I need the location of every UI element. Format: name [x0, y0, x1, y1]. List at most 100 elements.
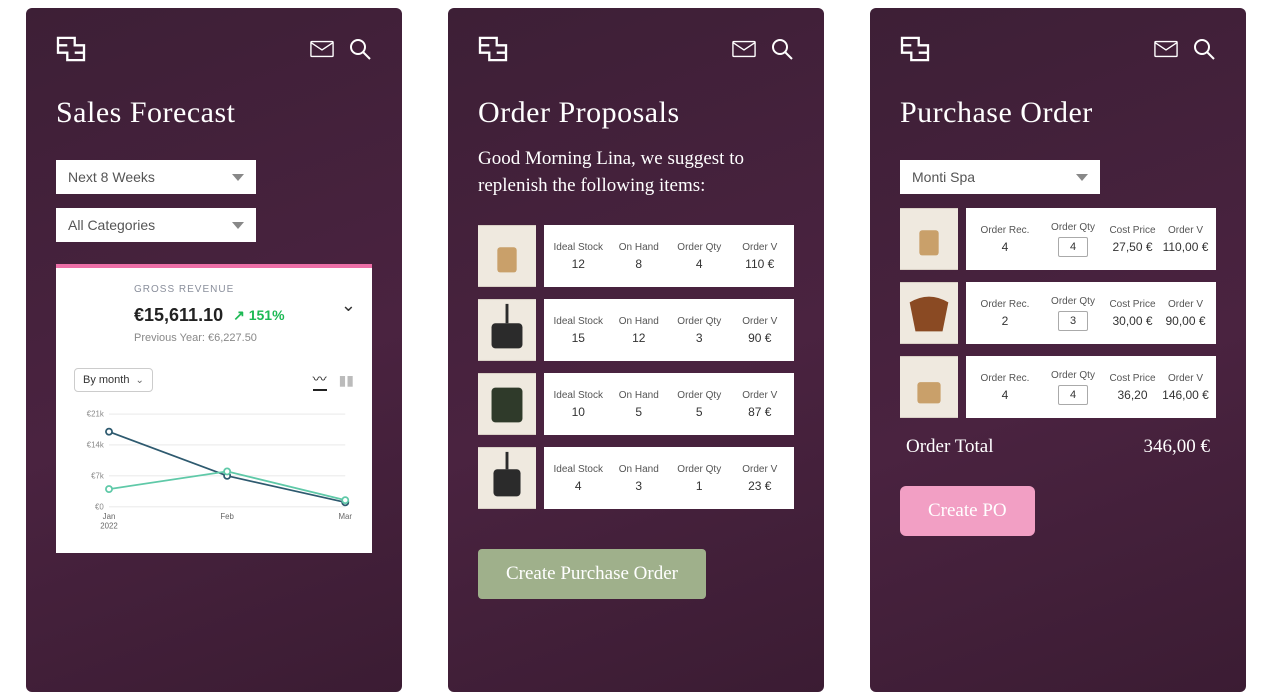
proposal-row[interactable]: Ideal Stock12 On Hand8 Order Qty4 Order …: [478, 225, 794, 287]
po-row[interactable]: Order Rec.4 Order Qty4 Cost Price27,50 €…: [900, 208, 1216, 270]
proposal-data: Ideal Stock12 On Hand8 Order Qty4 Order …: [544, 225, 794, 287]
line-chart-icon[interactable]: 〰: [313, 369, 327, 391]
chart-period-select[interactable]: By month ⌄: [74, 368, 153, 392]
chart-metric-label: GROSS REVENUE: [134, 284, 354, 295]
col-order-value: Order V: [730, 390, 791, 401]
po-data: Order Rec.4 Order Qty4 Cost Price27,50 €…: [966, 208, 1216, 270]
revenue-chart-card: GROSS REVENUE ⌄ €15,611.10 151% Previous…: [56, 264, 372, 553]
proposal-data: Ideal Stock15 On Hand12 Order Qty3 Order…: [544, 299, 794, 361]
col-order-rec: Order Rec.: [970, 225, 1040, 236]
period-dropdown[interactable]: Next 8 Weeks: [56, 160, 256, 194]
col-on-hand: On Hand: [609, 316, 670, 327]
col-order-qty: Order Qty: [669, 242, 730, 253]
ideal-stock-value: 4: [548, 479, 609, 493]
svg-text:Feb: Feb: [220, 512, 234, 521]
order-value: 110,00 €: [1159, 240, 1212, 254]
order-value: 90,00 €: [1159, 314, 1212, 328]
ideal-stock-value: 10: [548, 405, 609, 419]
svg-text:Mar: Mar: [338, 512, 352, 521]
cost-price-value: 27,50 €: [1106, 240, 1159, 254]
col-order-qty: Order Qty: [669, 316, 730, 327]
svg-text:€0: €0: [95, 502, 104, 511]
col-order-qty: Order Qty: [669, 464, 730, 475]
order-rec-value: 4: [970, 240, 1040, 254]
on-hand-value: 12: [609, 331, 670, 345]
svg-text:€14k: €14k: [87, 441, 104, 450]
period-dropdown-value: Next 8 Weeks: [68, 169, 155, 185]
po-row[interactable]: Order Rec.4 Order Qty4 Cost Price36,20 O…: [900, 356, 1216, 418]
search-icon[interactable]: [1192, 37, 1216, 61]
revenue-value: €15,611.10: [134, 305, 223, 326]
col-order-value: Order V: [1159, 299, 1212, 310]
order-value: 90 €: [730, 331, 791, 345]
greeting-subtitle: Good Morning Lina, we suggest to repleni…: [478, 146, 794, 199]
col-ideal-stock: Ideal Stock: [548, 464, 609, 475]
col-order-qty: Order Qty: [1040, 370, 1106, 381]
product-thumbnail: [478, 299, 536, 361]
product-thumbnail: [900, 282, 958, 344]
proposal-data: Ideal Stock4 On Hand3 Order Qty1 Order V…: [544, 447, 794, 509]
order-total-value: 346,00 €: [1144, 436, 1211, 458]
search-icon[interactable]: [348, 37, 372, 61]
col-order-value: Order V: [1159, 373, 1212, 384]
order-qty-value: 3: [669, 331, 730, 345]
purchase-order-panel: Purchase Order Monti Spa Order Rec. 4 Ord…: [870, 8, 1246, 692]
svg-text:€7k: €7k: [91, 471, 104, 480]
col-order-rec: Order Rec.: [970, 299, 1040, 310]
proposal-row[interactable]: Ideal Stock10 On Hand5 Order Qty5 Order …: [478, 373, 794, 435]
product-thumbnail: [478, 373, 536, 435]
col-order-value: Order V: [730, 242, 791, 253]
mail-icon[interactable]: [1154, 37, 1178, 61]
order-qty-input[interactable]: 4: [1058, 385, 1088, 405]
app-header: [56, 36, 372, 62]
ideal-stock-value: 15: [548, 331, 609, 345]
order-total-row: Order Total 346,00 €: [900, 436, 1216, 458]
order-qty-input[interactable]: 3: [1058, 311, 1088, 331]
revenue-line-chart: €0€7k€14k€21kJanFebMar2022: [74, 400, 354, 540]
chevron-down-icon: [1076, 174, 1088, 181]
col-order-value: Order V: [1159, 225, 1212, 236]
col-ideal-stock: Ideal Stock: [548, 242, 609, 253]
col-order-rec: Order Rec.: [970, 373, 1040, 384]
supplier-dropdown-value: Monti Spa: [912, 169, 975, 185]
page-title: Order Proposals: [478, 96, 794, 130]
po-row[interactable]: Order Rec.2 Order Qty3 Cost Price30,00 €…: [900, 282, 1216, 344]
order-total-label: Order Total: [906, 436, 994, 458]
order-qty-value: 1: [669, 479, 730, 493]
mail-icon[interactable]: [732, 37, 756, 61]
app-logo-icon: [900, 36, 930, 62]
order-qty-input[interactable]: 4: [1058, 237, 1088, 257]
bar-chart-icon[interactable]: ▮▮: [339, 372, 354, 389]
col-order-qty: Order Qty: [669, 390, 730, 401]
proposal-row[interactable]: Ideal Stock15 On Hand12 Order Qty3 Order…: [478, 299, 794, 361]
product-thumbnail: [478, 225, 536, 287]
app-logo-icon: [478, 36, 508, 62]
create-purchase-order-button[interactable]: Create Purchase Order: [478, 549, 706, 599]
proposal-row[interactable]: Ideal Stock4 On Hand3 Order Qty1 Order V…: [478, 447, 794, 509]
previous-year-label: Previous Year: €6,227.50: [134, 332, 354, 344]
search-icon[interactable]: [770, 37, 794, 61]
page-title: Sales Forecast: [56, 96, 372, 130]
col-cost-price: Cost Price: [1106, 299, 1159, 310]
order-value: 146,00 €: [1159, 388, 1212, 402]
col-ideal-stock: Ideal Stock: [548, 390, 609, 401]
supplier-dropdown[interactable]: Monti Spa: [900, 160, 1100, 194]
order-qty-value: 5: [669, 405, 730, 419]
create-po-button[interactable]: Create PO: [900, 486, 1035, 536]
po-data: Order Rec.4 Order Qty4 Cost Price36,20 O…: [966, 356, 1216, 418]
sales-forecast-panel: Sales Forecast Next 8 Weeks All Categori…: [26, 8, 402, 692]
col-on-hand: On Hand: [609, 242, 670, 253]
mail-icon[interactable]: [310, 37, 334, 61]
category-dropdown[interactable]: All Categories: [56, 208, 256, 242]
expand-chevron-icon[interactable]: ⌄: [341, 295, 356, 316]
col-order-qty: Order Qty: [1040, 222, 1106, 233]
category-dropdown-value: All Categories: [68, 217, 155, 233]
svg-text:€21k: €21k: [87, 410, 104, 419]
chevron-down-icon: [232, 222, 244, 229]
chart-period-value: By month: [83, 374, 129, 386]
on-hand-value: 8: [609, 257, 670, 271]
order-rec-value: 4: [970, 388, 1040, 402]
col-ideal-stock: Ideal Stock: [548, 316, 609, 327]
product-thumbnail: [900, 356, 958, 418]
page-title: Purchase Order: [900, 96, 1216, 130]
